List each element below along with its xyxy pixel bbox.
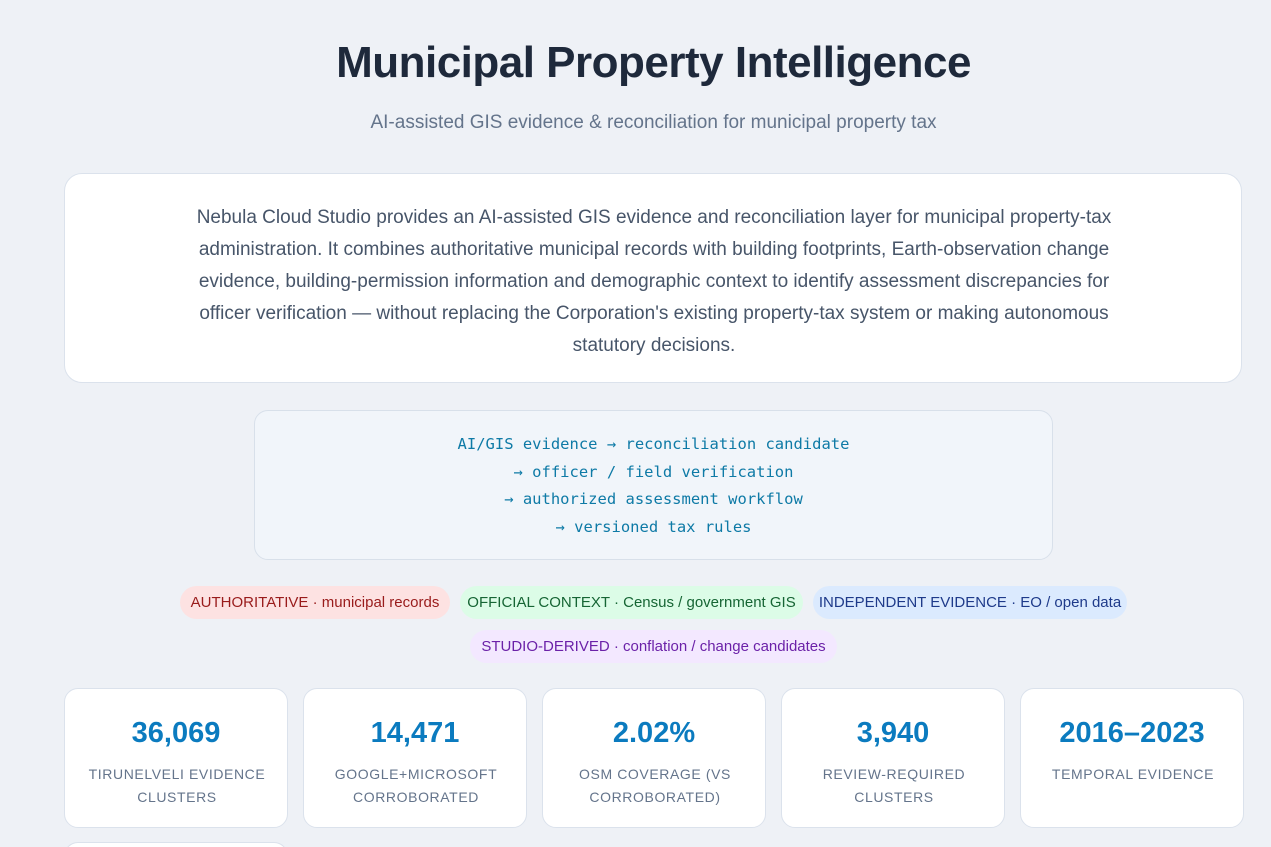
page-title: Municipal Property Intelligence [336, 38, 971, 87]
stat-card-corroborated: 14,471 GOOGLE+MICROSOFT CORROBORATED [303, 688, 527, 828]
badge-official-context: OFFICIAL CONTEXT · Census / government G… [460, 586, 803, 619]
workflow-card: AI/GIS evidence → reconciliation candida… [254, 410, 1053, 560]
stat-card-temporal-evidence: 2016–2023 TEMPORAL EVIDENCE [1020, 688, 1244, 828]
workflow-step: → authorized assessment workflow [504, 490, 803, 508]
stat-value: 3,940 [856, 717, 930, 749]
stat-label: GOOGLE+MICROSOFT CORROBORATED [334, 766, 498, 805]
page-subtitle: AI-assisted GIS evidence & reconciliatio… [370, 112, 937, 133]
stat-card-osm-coverage: 2.02% OSM COVERAGE (VS CORROBORATED) [542, 688, 766, 828]
badge-authoritative: AUTHORITATIVE · municipal records [180, 586, 450, 619]
workflow-step: → officer / field verification [513, 462, 794, 481]
intro-card: Nebula Cloud Studio provides an AI-assis… [64, 173, 1242, 383]
stat-value: 2.02% [612, 717, 696, 749]
stat-label: TEMPORAL EVIDENCE [1051, 766, 1215, 782]
stat-card-next-row [64, 842, 288, 847]
stat-label: TIRUNELVELI EVIDENCE CLUSTERS [88, 766, 266, 805]
stat-value: 2016–2023 [1059, 717, 1205, 749]
stat-label: REVIEW-REQUIRED CLUSTERS [822, 766, 966, 805]
badge-independent-evidence: INDEPENDENT EVIDENCE · EO / open data [813, 586, 1127, 619]
workflow-step: AI/GIS evidence → reconciliation candida… [457, 435, 850, 453]
stat-value: 36,069 [131, 717, 221, 749]
badge-studio-derived: STUDIO-DERIVED · conflation / change can… [470, 630, 837, 663]
workflow-step: → versioned tax rules [555, 517, 752, 536]
workflow-steps: AI/GIS evidence → reconciliation candida… [255, 431, 1052, 541]
intro-text: Nebula Cloud Studio provides an AI-assis… [196, 207, 1112, 356]
stat-card-evidence-clusters: 36,069 TIRUNELVELI EVIDENCE CLUSTERS [64, 688, 288, 828]
stat-card-review-required: 3,940 REVIEW-REQUIRED CLUSTERS [781, 688, 1005, 828]
stat-value: 14,471 [370, 717, 460, 749]
page: Municipal Property Intelligence AI-assis… [0, 0, 1271, 847]
stat-label: OSM COVERAGE (VS CORROBORATED) [579, 766, 731, 805]
